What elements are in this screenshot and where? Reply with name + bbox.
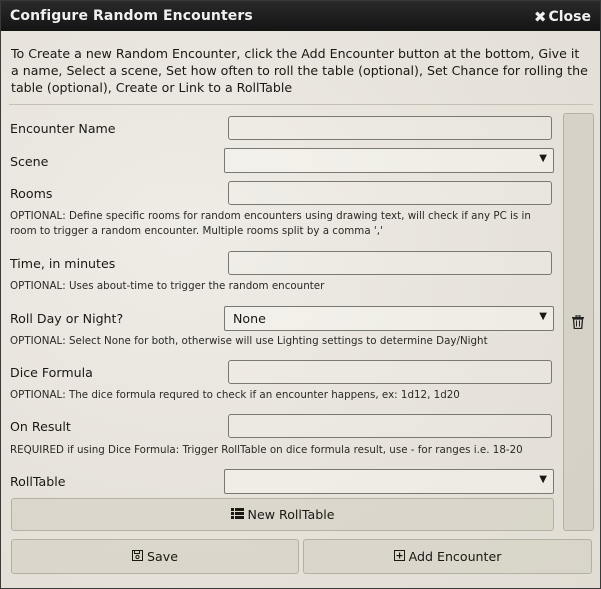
close-button[interactable]: ✖ Close <box>534 8 591 26</box>
encounter-name-label: Encounter Name <box>10 121 116 136</box>
rooms-help-text: OPTIONAL: Define specific rooms for rand… <box>10 210 531 237</box>
dice-formula-label: Dice Formula <box>10 365 93 380</box>
on-result-input[interactable] <box>228 414 552 438</box>
encounter-sidebar <box>563 113 594 531</box>
caret-down-icon: ▼ <box>539 311 547 322</box>
rooms-label: Rooms <box>10 186 53 201</box>
time-label: Time, in minutes <box>10 256 116 271</box>
plus-square-icon <box>393 549 405 564</box>
list-icon <box>230 507 244 522</box>
instructions-text: To Create a new Random Encounter, click … <box>11 46 588 95</box>
day-night-label: Roll Day or Night? <box>10 311 124 326</box>
new-rolltable-label: New RollTable <box>247 507 335 522</box>
time-help-text: OPTIONAL: Uses about-time to trigger the… <box>10 280 325 292</box>
day-night-select[interactable]: None ▼ <box>224 306 554 331</box>
new-rolltable-button[interactable]: New RollTable <box>11 498 554 531</box>
encounter-form: Encounter Name Scene ▼ Rooms OPTIONAL: D… <box>9 113 558 533</box>
floppy-disk-icon <box>132 549 144 564</box>
configure-random-encounters-dialog: Configure Random Encounters ✖ Close To C… <box>0 0 601 589</box>
rooms-input[interactable] <box>228 181 552 205</box>
scene-label: Scene <box>10 154 49 169</box>
rolltable-select[interactable]: ▼ <box>224 469 554 494</box>
save-label: Save <box>147 549 178 564</box>
day-night-help-text: OPTIONAL: Select None for both, otherwis… <box>10 335 488 347</box>
caret-down-icon: ▼ <box>539 153 547 164</box>
add-encounter-button[interactable]: Add Encounter <box>303 539 592 574</box>
time-input[interactable] <box>228 251 552 275</box>
on-result-label: On Result <box>10 419 71 434</box>
on-result-help-text: REQUIRED if using Dice Formula: Trigger … <box>10 444 523 456</box>
caret-down-icon: ▼ <box>539 474 547 485</box>
window-title: Configure Random Encounters <box>10 8 253 24</box>
scene-select[interactable]: ▼ <box>224 148 554 173</box>
close-icon: ✖ <box>533 8 547 26</box>
add-encounter-label: Add Encounter <box>408 549 502 564</box>
dice-formula-input[interactable] <box>228 360 552 384</box>
rolltable-label: RollTable <box>10 474 66 489</box>
encounter-name-input[interactable] <box>228 116 552 140</box>
close-label: Close <box>548 9 591 25</box>
save-button[interactable]: Save <box>11 539 299 574</box>
window-titlebar[interactable]: Configure Random Encounters ✖ Close <box>1 1 600 31</box>
day-night-select-value: None <box>233 311 266 326</box>
divider <box>9 104 593 105</box>
trash-icon[interactable] <box>572 314 584 330</box>
dice-formula-help-text: OPTIONAL: The dice formula requred to ch… <box>10 389 460 401</box>
